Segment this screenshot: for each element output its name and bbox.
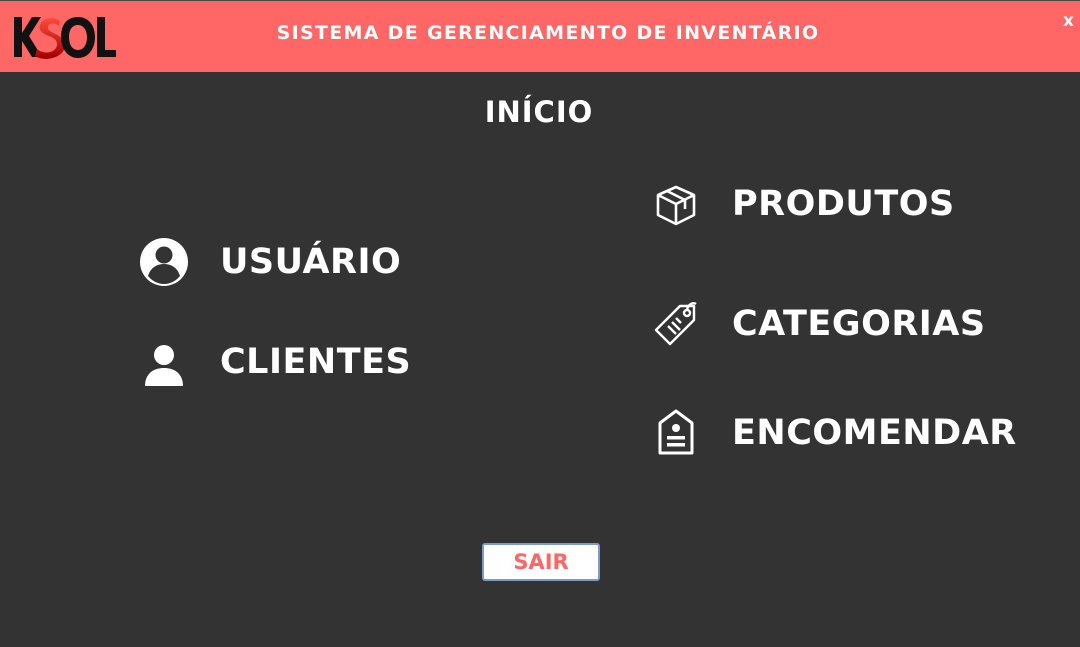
menu-label-produtos: PRODUTOS: [732, 184, 955, 224]
menu-label-categorias: CATEGORIAS: [732, 304, 986, 344]
tag-icon: [650, 298, 702, 350]
app-title: SISTEMA DE GERENCIAMENTO DE INVENTÁRIO: [276, 22, 820, 44]
menu-item-categorias[interactable]: CATEGORIAS: [650, 298, 986, 350]
menu-item-clientes[interactable]: CLIENTES: [138, 336, 411, 388]
menu-item-produtos[interactable]: PRODUTOS: [650, 178, 955, 230]
exit-button[interactable]: SAIR: [482, 543, 600, 581]
order-icon: [650, 407, 702, 459]
menu-label-encomendar: ENCOMENDAR: [732, 413, 1017, 453]
menu-item-usuario[interactable]: USUÁRIO: [138, 236, 401, 288]
menu-label-clientes: CLIENTES: [220, 342, 412, 382]
box-icon: [650, 178, 702, 230]
title-bar: SISTEMA DE GERENCIAMENTO DE INVENTÁRIO x: [0, 0, 1080, 72]
person-icon: [138, 336, 190, 388]
menu-item-encomendar[interactable]: ENCOMENDAR: [650, 407, 1017, 459]
close-button[interactable]: x: [1063, 11, 1074, 31]
menu-label-usuario: USUÁRIO: [220, 242, 402, 282]
user-circle-icon: [138, 236, 190, 288]
page-title: INÍCIO: [484, 95, 594, 129]
